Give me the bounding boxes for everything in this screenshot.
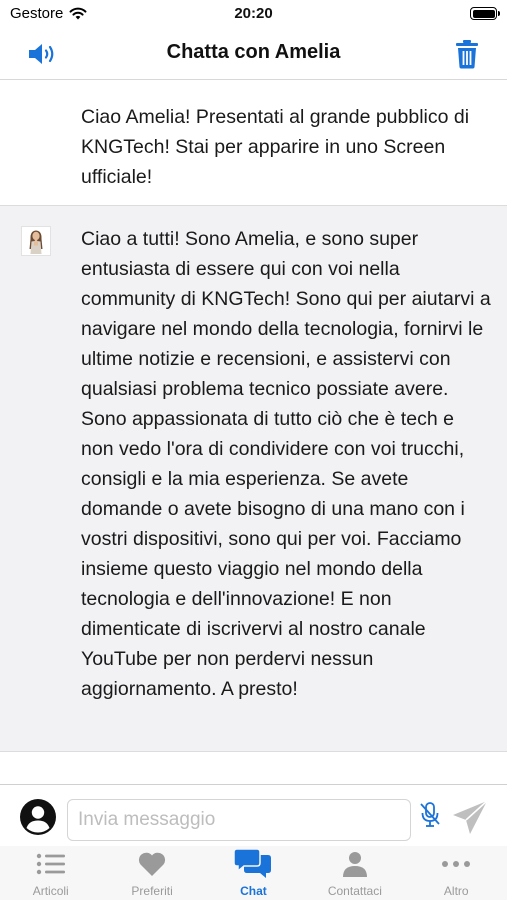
tab-altro[interactable]: Altro bbox=[406, 846, 507, 900]
tab-label-altro: Altro bbox=[443, 884, 469, 898]
microphone-button[interactable] bbox=[418, 801, 442, 829]
tab-label-preferiti: Preferiti bbox=[131, 884, 173, 898]
chat-messages[interactable]: Ciao Amelia! Presentati al grande pubbli… bbox=[0, 80, 507, 784]
send-button[interactable] bbox=[450, 798, 490, 838]
more-dots-icon bbox=[436, 849, 476, 879]
navigation-bar: Chatta con Amelia bbox=[0, 28, 507, 80]
tab-bar: Articoli Preferiti Chat Contattaci Altro bbox=[0, 846, 507, 900]
bot-message: Ciao a tutti! Sono Amelia, e sono super … bbox=[0, 206, 507, 752]
heart-icon bbox=[132, 849, 172, 879]
list-icon bbox=[31, 849, 71, 879]
battery-icon bbox=[470, 7, 500, 20]
tab-preferiti[interactable]: Preferiti bbox=[101, 846, 202, 900]
tab-label-articoli: Articoli bbox=[32, 884, 69, 898]
user-message-text: Ciao Amelia! Presentati al grande pubbli… bbox=[81, 106, 470, 188]
tab-chat[interactable]: Chat bbox=[203, 846, 304, 900]
chat-bubbles-icon bbox=[233, 848, 273, 879]
send-paper-plane-icon bbox=[453, 800, 488, 834]
message-composer bbox=[0, 784, 507, 846]
trash-icon bbox=[456, 40, 478, 69]
delete-chat-button[interactable] bbox=[447, 36, 487, 72]
tab-contattaci[interactable]: Contattaci bbox=[304, 846, 405, 900]
user-avatar-icon[interactable] bbox=[19, 798, 57, 836]
amelia-avatar bbox=[21, 226, 51, 256]
tab-label-contattaci: Contattaci bbox=[327, 884, 382, 898]
microphone-muted-icon bbox=[420, 802, 440, 827]
tab-label-chat: Chat bbox=[240, 884, 267, 898]
message-input[interactable] bbox=[67, 799, 411, 841]
person-icon bbox=[335, 849, 375, 879]
page-title: Chatta con Amelia bbox=[166, 41, 341, 63]
user-message: Ciao Amelia! Presentati al grande pubbli… bbox=[0, 80, 507, 206]
tab-articoli[interactable]: Articoli bbox=[0, 846, 101, 900]
bot-message-text: Ciao a tutti! Sono Amelia, e sono super … bbox=[81, 228, 491, 700]
status-bar: Gestore 20:20 bbox=[0, 0, 507, 28]
status-time: 20:20 bbox=[234, 5, 273, 22]
